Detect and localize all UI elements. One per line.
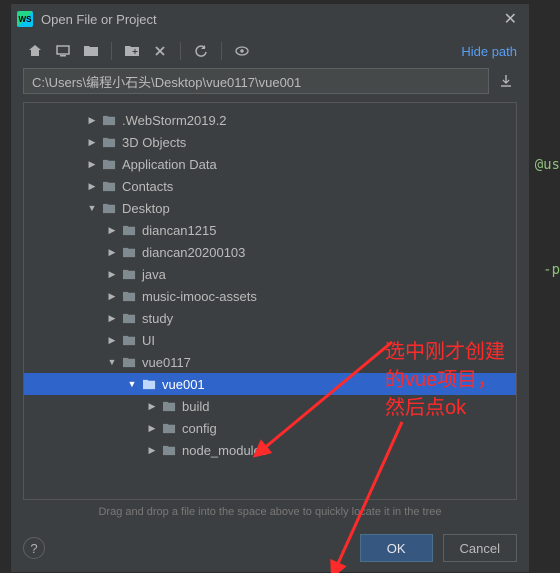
path-row	[11, 68, 529, 102]
tree-row[interactable]: ▶ config	[24, 417, 516, 439]
folder-icon	[120, 356, 138, 369]
tree-row[interactable]: ▼ vue0117	[24, 351, 516, 373]
chevron-right-icon[interactable]: ▶	[104, 335, 120, 346]
tree-row[interactable]: ▶ Contacts	[24, 175, 516, 197]
tree-row-label: Application Data	[122, 157, 217, 172]
home-button[interactable]	[23, 39, 47, 63]
tree-row-label: study	[142, 311, 173, 326]
separator	[221, 42, 222, 60]
tree-row-label: music-imooc-assets	[142, 289, 257, 304]
chevron-right-icon[interactable]: ▶	[84, 137, 100, 148]
titlebar: WS Open File or Project ✕	[11, 4, 529, 34]
refresh-button[interactable]	[189, 39, 213, 63]
tree-row-label: vue0117	[142, 355, 191, 370]
cancel-button[interactable]: Cancel	[443, 534, 517, 562]
chevron-right-icon[interactable]: ▶	[144, 445, 160, 456]
tree-row[interactable]: ▶ java	[24, 263, 516, 285]
webstorm-icon: WS	[17, 11, 33, 27]
background-text: @us	[535, 157, 560, 173]
folder-icon	[160, 444, 178, 457]
folder-icon	[100, 114, 118, 127]
chevron-right-icon[interactable]: ▶	[104, 247, 120, 258]
tree-row[interactable]: ▶ UI	[24, 329, 516, 351]
chevron-right-icon[interactable]: ▶	[84, 115, 100, 126]
folder-icon	[120, 290, 138, 303]
separator	[180, 42, 181, 60]
dialog-title: Open File or Project	[41, 12, 490, 27]
tree-row-label: Contacts	[122, 179, 173, 194]
new-folder-button[interactable]	[120, 39, 144, 63]
dialog-footer: ? OK Cancel	[11, 524, 529, 572]
chevron-down-icon[interactable]: ▼	[104, 357, 120, 367]
tree-row-label: diancan20200103	[142, 245, 245, 260]
tree-row-label: Desktop	[122, 201, 170, 216]
chevron-right-icon[interactable]: ▶	[104, 291, 120, 302]
folder-icon	[120, 334, 138, 347]
path-input[interactable]	[23, 68, 489, 94]
project-button[interactable]	[79, 39, 103, 63]
folder-icon	[120, 246, 138, 259]
chevron-right-icon[interactable]: ▶	[144, 401, 160, 412]
tree-row-selected[interactable]: ▼ vue001	[24, 373, 516, 395]
chevron-right-icon[interactable]: ▶	[104, 225, 120, 236]
tree-row[interactable]: ▶ 3D Objects	[24, 131, 516, 153]
folder-icon	[100, 180, 118, 193]
tree-row[interactable]: ▶ node_modules	[24, 439, 516, 461]
tree-row[interactable]: ▶ study	[24, 307, 516, 329]
open-file-dialog: WS Open File or Project ✕ Hide path ▶ .We…	[10, 3, 530, 573]
toolbar: Hide path	[11, 34, 529, 68]
tree-row-label: node_modules	[182, 443, 267, 458]
tree-row[interactable]: ▶ music-imooc-assets	[24, 285, 516, 307]
hide-path-link[interactable]: Hide path	[461, 44, 517, 59]
folder-icon	[120, 224, 138, 237]
tree-row-label: diancan1215	[142, 223, 216, 238]
folder-icon	[160, 422, 178, 435]
chevron-down-icon[interactable]: ▼	[124, 379, 140, 389]
show-hidden-button[interactable]	[230, 39, 254, 63]
close-button[interactable]: ✕	[498, 9, 523, 29]
tree-row-label: UI	[142, 333, 155, 348]
tree-row-label: 3D Objects	[122, 135, 186, 150]
tree-row-label: .WebStorm2019.2	[122, 113, 227, 128]
folder-icon	[100, 136, 118, 149]
folder-icon	[160, 400, 178, 413]
folder-icon	[120, 268, 138, 281]
tree-row[interactable]: ▶ build	[24, 395, 516, 417]
folder-icon	[100, 202, 118, 215]
delete-button[interactable]	[148, 39, 172, 63]
desktop-button[interactable]	[51, 39, 75, 63]
ok-button[interactable]: OK	[360, 534, 433, 562]
chevron-right-icon[interactable]: ▶	[84, 181, 100, 192]
folder-icon	[140, 378, 158, 391]
tree-row-label: config	[182, 421, 217, 436]
background-text: -p	[543, 262, 560, 278]
tree-row[interactable]: ▶ .WebStorm2019.2	[24, 109, 516, 131]
chevron-right-icon[interactable]: ▶	[84, 159, 100, 170]
tree-row[interactable]: ▶ diancan1215	[24, 219, 516, 241]
separator	[111, 42, 112, 60]
drag-drop-hint: Drag and drop a file into the space abov…	[11, 500, 529, 518]
tree-row[interactable]: ▶ diancan20200103	[24, 241, 516, 263]
file-tree[interactable]: ▶ .WebStorm2019.2 ▶ 3D Objects ▶ Application …	[23, 102, 517, 500]
folder-icon	[100, 158, 118, 171]
download-icon[interactable]	[495, 70, 517, 92]
help-button[interactable]: ?	[23, 537, 45, 559]
tree-row-label: build	[182, 399, 209, 414]
tree-row-label: vue001	[162, 377, 205, 392]
tree-row-label: java	[142, 267, 166, 282]
tree-row[interactable]: ▼ Desktop	[24, 197, 516, 219]
folder-icon	[120, 312, 138, 325]
tree-row[interactable]: ▶ Application Data	[24, 153, 516, 175]
chevron-right-icon[interactable]: ▶	[104, 269, 120, 280]
chevron-right-icon[interactable]: ▶	[144, 423, 160, 434]
chevron-right-icon[interactable]: ▶	[104, 313, 120, 324]
chevron-down-icon[interactable]: ▼	[84, 203, 100, 213]
